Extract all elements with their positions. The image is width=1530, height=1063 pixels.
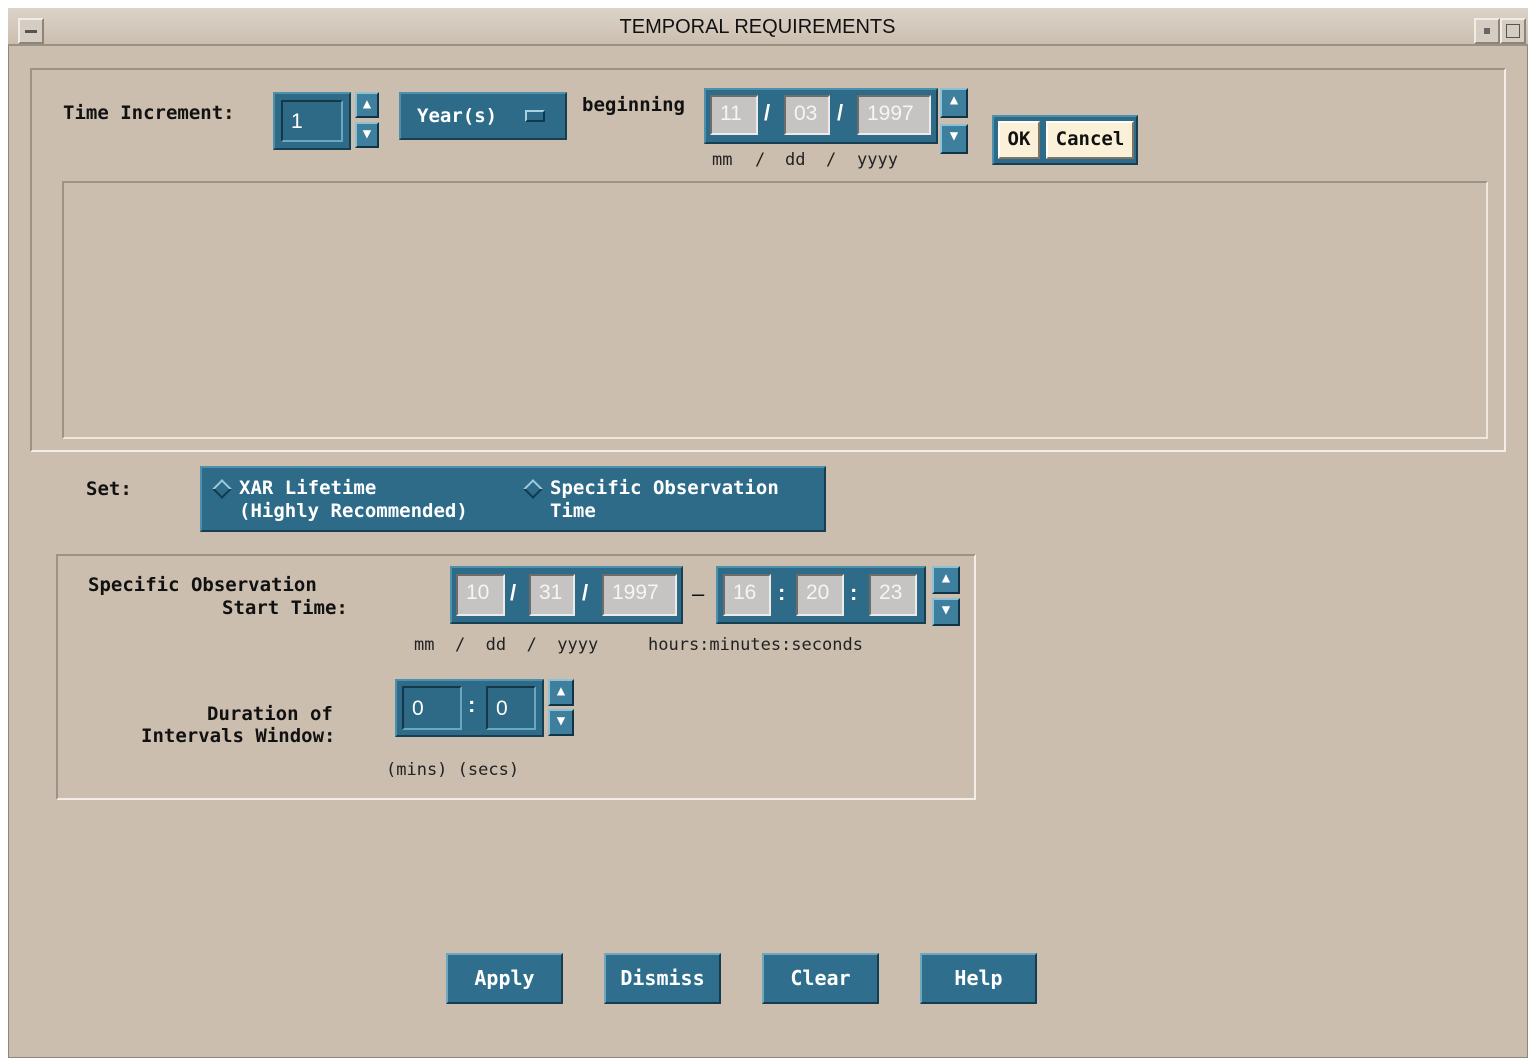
observation-label-line2: Start Time:	[222, 597, 348, 619]
apply-button[interactable]: Apply	[446, 953, 563, 1004]
radio-xar-lifetime-line1: XAR Lifetime	[239, 477, 377, 499]
duration-separator: :	[468, 692, 476, 717]
date-separator: /	[837, 100, 844, 125]
radio-specific-observation-line1: Specific Observation	[550, 477, 779, 499]
increment-value-input[interactable]: 1	[281, 100, 343, 142]
beginning-label: beginning	[582, 94, 685, 116]
cancel-button[interactable]: Cancel	[1046, 121, 1134, 159]
date-time-dash: –	[692, 581, 705, 606]
observation-day-input[interactable]: 31	[529, 574, 575, 616]
unit-option-label: Year(s)	[417, 105, 498, 127]
up-arrow-icon: ▲	[949, 92, 959, 108]
radio-xar-lifetime[interactable]: XAR Lifetime (Highly Recommended)	[208, 473, 508, 525]
down-arrow-icon: ▼	[362, 126, 372, 142]
down-arrow-icon: ▼	[941, 602, 951, 618]
down-arrow-icon: ▼	[556, 713, 566, 729]
date-format-sep: /	[755, 150, 766, 170]
help-button[interactable]: Help	[920, 953, 1037, 1004]
beginning-date-down-button[interactable]: ▼	[940, 124, 968, 154]
unit-option-menu[interactable]: Year(s)	[399, 92, 567, 140]
date-format-dd: dd	[785, 150, 806, 170]
observation-down-button[interactable]: ▼	[932, 598, 960, 626]
diamond-radio-icon	[212, 479, 232, 499]
minimize-button[interactable]	[1474, 18, 1500, 44]
clear-button[interactable]: Clear	[762, 953, 879, 1004]
increment-up-button[interactable]: ▲	[355, 92, 379, 118]
radio-specific-observation[interactable]: Specific Observation Time	[518, 473, 820, 525]
observation-month-input[interactable]: 10	[456, 574, 505, 616]
diamond-radio-icon	[523, 479, 543, 499]
observation-label-line1: Specific Observation	[88, 574, 317, 596]
increment-down-button[interactable]: ▼	[355, 122, 379, 148]
date-format-yyyy: yyyy	[857, 150, 898, 170]
dismiss-button[interactable]: Dismiss	[604, 953, 721, 1004]
date-separator: /	[510, 580, 517, 605]
set-label: Set:	[86, 478, 132, 500]
beginning-date-up-button[interactable]: ▲	[940, 88, 968, 118]
up-arrow-icon: ▲	[362, 96, 372, 112]
beginning-day-input[interactable]: 03	[784, 95, 830, 135]
duration-mins-input[interactable]: 0	[402, 686, 462, 730]
duration-units: (mins) (secs)	[386, 760, 520, 780]
beginning-year-input[interactable]: 1997	[857, 95, 931, 135]
radio-xar-lifetime-line2: (Highly Recommended)	[239, 500, 468, 522]
maximize-icon	[1506, 24, 1520, 38]
date-separator: /	[582, 580, 589, 605]
option-menu-icon	[525, 110, 545, 122]
observation-seconds-input[interactable]: 23	[869, 574, 917, 616]
time-separator: :	[778, 580, 786, 605]
radio-specific-observation-line2: Time	[550, 500, 596, 522]
duration-secs-input[interactable]: 0	[486, 686, 536, 730]
minimize-icon	[1484, 28, 1490, 34]
increment-list-area[interactable]	[62, 181, 1488, 439]
observation-time-format: hours:minutes:seconds	[648, 635, 863, 655]
time-separator: :	[850, 580, 858, 605]
ok-button[interactable]: OK	[998, 121, 1040, 159]
down-arrow-icon: ▼	[949, 128, 959, 144]
observation-date-format: mm / dd / yyyy	[414, 635, 599, 655]
time-increment-label: Time Increment:	[63, 102, 235, 124]
observation-up-button[interactable]: ▲	[932, 566, 960, 594]
maximize-button[interactable]	[1500, 18, 1526, 44]
date-separator: /	[764, 100, 771, 125]
duration-label-line2: Intervals Window:	[141, 725, 336, 747]
date-format-mm: mm	[712, 150, 733, 170]
up-arrow-icon: ▲	[941, 570, 951, 586]
date-format-sep: /	[826, 150, 837, 170]
window-title: TEMPORAL REQUIREMENTS	[619, 16, 896, 38]
observation-year-input[interactable]: 1997	[602, 574, 677, 616]
duration-label-line1: Duration of	[207, 703, 333, 725]
beginning-month-input[interactable]: 11	[710, 95, 758, 135]
observation-minutes-input[interactable]: 20	[796, 574, 844, 616]
observation-hours-input[interactable]: 16	[723, 574, 771, 616]
duration-down-button[interactable]: ▼	[548, 709, 574, 736]
duration-up-button[interactable]: ▲	[548, 679, 574, 706]
up-arrow-icon: ▲	[556, 683, 566, 699]
